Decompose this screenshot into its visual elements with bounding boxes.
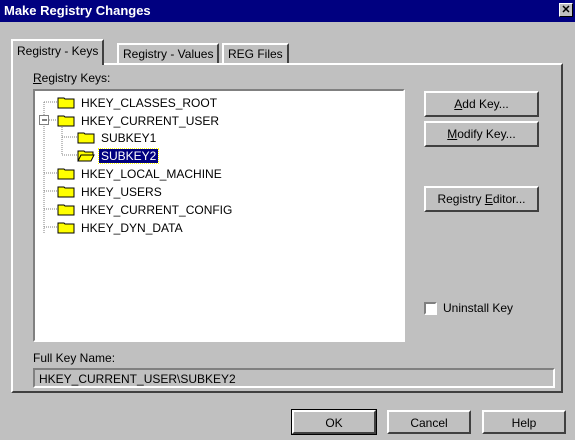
tab-reg-files[interactable]: REG Files xyxy=(222,43,289,65)
folder-icon xyxy=(57,97,75,109)
tree-node-label: HKEY_CURRENT_CONFIG xyxy=(81,202,233,217)
uninstall-key-label: Uninstall Key xyxy=(443,301,514,315)
folder-icon xyxy=(57,168,75,180)
tree-node[interactable]: HKEY_USERS xyxy=(57,183,164,200)
tree-node-label: HKEY_CLASSES_ROOT xyxy=(81,95,218,110)
full-key-name-field: HKEY_CURRENT_USER\SUBKEY2 xyxy=(33,368,555,388)
tab-registry-values[interactable]: Registry - Values xyxy=(117,43,220,65)
close-button[interactable]: ✕ xyxy=(559,3,573,17)
tab-label: Registry - Values xyxy=(123,47,214,61)
window-title: Make Registry Changes xyxy=(4,3,151,18)
tree-node-label: HKEY_LOCAL_MACHINE xyxy=(81,166,222,181)
folder-icon xyxy=(57,204,75,216)
modify-key-button[interactable]: Modify Key... xyxy=(424,121,539,147)
open-folder-icon xyxy=(77,150,95,162)
tree-node-label: SUBKEY1 xyxy=(101,130,157,145)
tree-node[interactable]: HKEY_CURRENT_CONFIG xyxy=(57,201,234,218)
ok-button[interactable]: OK xyxy=(291,409,377,435)
registry-editor-button[interactable]: Registry Editor... xyxy=(424,186,539,212)
help-button[interactable]: Help xyxy=(482,410,566,434)
expand-toggle-icon xyxy=(39,115,49,125)
tree-node[interactable]: SUBKEY1 xyxy=(77,129,158,146)
full-key-name-label: Full Key Name: xyxy=(33,351,116,365)
tab-label: Registry - Keys xyxy=(17,44,99,58)
title-bar: Make Registry Changes ✕ xyxy=(0,0,575,22)
tree-node-selected[interactable]: SUBKEY2 xyxy=(77,147,160,164)
folder-icon xyxy=(57,186,75,198)
folder-icon xyxy=(57,115,75,127)
add-key-button[interactable]: Add Key... xyxy=(424,91,539,117)
tab-label: REG Files xyxy=(228,47,283,61)
registry-keys-label: Registry Keys: xyxy=(33,71,111,85)
tree-node-label: SUBKEY2 xyxy=(97,147,160,164)
tree-node-label: HKEY_DYN_DATA xyxy=(81,220,183,235)
tree-node-label: HKEY_CURRENT_USER xyxy=(81,113,220,128)
registry-tree[interactable]: HKEY_CLASSES_ROOT HKEY_CURRENT_USER SUBK… xyxy=(33,89,405,342)
cancel-button[interactable]: Cancel xyxy=(387,410,471,434)
uninstall-key-checkbox[interactable] xyxy=(424,302,437,315)
tree-node[interactable]: HKEY_LOCAL_MACHINE xyxy=(57,165,224,182)
tree-node[interactable]: HKEY_CURRENT_USER xyxy=(57,112,221,129)
folder-icon xyxy=(77,132,95,144)
close-icon: ✕ xyxy=(561,4,571,16)
tree-node[interactable]: HKEY_DYN_DATA xyxy=(57,219,185,236)
tree-node[interactable]: HKEY_CLASSES_ROOT xyxy=(57,94,219,111)
tree-node-label: HKEY_USERS xyxy=(81,184,162,199)
folder-icon xyxy=(57,222,75,234)
tab-registry-keys[interactable]: Registry - Keys xyxy=(11,39,105,65)
